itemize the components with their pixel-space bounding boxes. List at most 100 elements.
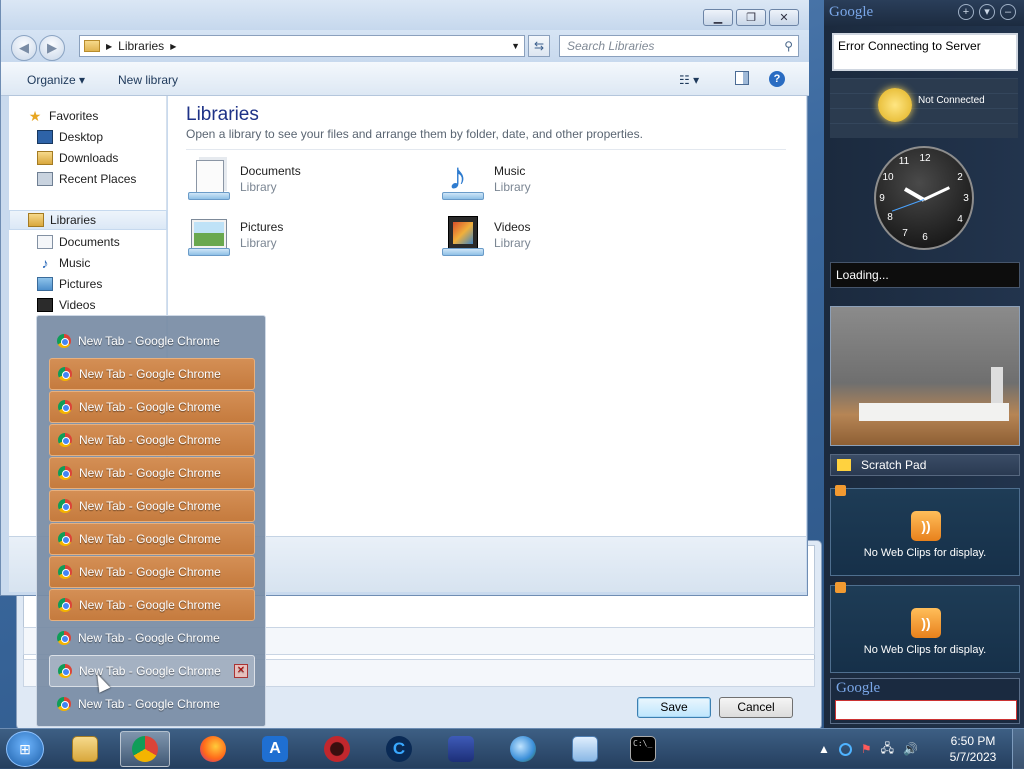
window-list-item[interactable]: New Tab - Google Chrome xyxy=(49,589,255,621)
window-list-item[interactable]: New Tab - Google Chrome xyxy=(49,358,255,390)
sidebar-header: Google + ▾ – xyxy=(824,0,1024,26)
search-icon[interactable]: ⚲ xyxy=(784,39,793,53)
back-arrow-icon: ◀ xyxy=(19,40,29,55)
breadcrumb-libraries[interactable]: Libraries xyxy=(118,39,164,53)
rss-icon: )) xyxy=(911,608,941,638)
library-videos[interactable]: Videos Library xyxy=(440,214,680,262)
cancel-button[interactable]: Cancel xyxy=(719,697,793,718)
window-list-item[interactable]: New Tab - Google Chrome xyxy=(49,424,255,456)
scratch-pad-gadget[interactable]: Scratch Pad xyxy=(830,454,1020,476)
tray-app-icon[interactable] xyxy=(838,742,852,756)
chrome-icon xyxy=(57,631,71,645)
scratch-pad-title: Scratch Pad xyxy=(861,458,927,472)
taskbar-globe-app[interactable] xyxy=(498,731,548,767)
web-clips-message: No Web Clips for display. xyxy=(863,547,987,559)
sidebar-minimize-icon[interactable]: – xyxy=(1000,4,1016,20)
taskbar-cmd[interactable]: C:\_ xyxy=(618,731,668,767)
command-bar: Organize ▾ New library ☷ ▾ ? xyxy=(1,62,809,96)
add-gadget-icon[interactable]: + xyxy=(958,4,974,20)
google-search-input[interactable] xyxy=(835,700,1017,720)
clock-numeral: 3 xyxy=(963,193,969,204)
volume-icon[interactable]: 🔊 xyxy=(903,742,918,756)
taskbar-firefox[interactable] xyxy=(188,731,238,767)
weather-gadget[interactable]: Not Connected xyxy=(830,78,1018,138)
web-clips-gadget[interactable]: )) No Web Clips for display. xyxy=(830,582,1020,673)
sun-icon xyxy=(878,88,912,122)
taskbar-clock[interactable]: 6:50 PM 5/7/2023 xyxy=(944,733,1002,765)
forward-button[interactable]: ▶ xyxy=(39,35,65,61)
libraries-icon xyxy=(28,213,44,227)
firefox-icon xyxy=(200,736,226,762)
title-bar: ▁ ❐ ✕ xyxy=(1,0,809,30)
show-hidden-icons[interactable]: ▲ xyxy=(818,742,830,756)
save-button[interactable]: Save xyxy=(637,697,711,718)
nav-libraries-label: Libraries xyxy=(50,213,97,227)
nav-desktop-label: Desktop xyxy=(59,130,104,144)
window-title: New Tab - Google Chrome xyxy=(79,532,221,546)
window-title: New Tab - Google Chrome xyxy=(79,598,221,612)
back-button[interactable]: ◀ xyxy=(11,35,37,61)
taskbar-chrome[interactable] xyxy=(120,731,170,767)
web-clips-gadget[interactable]: )) No Web Clips for display. xyxy=(830,485,1020,576)
chrome-icon xyxy=(58,664,72,678)
clock-numeral: 10 xyxy=(882,172,894,183)
downloads-folder-icon xyxy=(37,151,53,165)
address-field[interactable]: ▶ Libraries ▶ ▼ xyxy=(79,35,525,57)
clock-numeral: 12 xyxy=(919,153,931,164)
start-button[interactable]: ⊞ xyxy=(6,731,44,767)
window-list-item[interactable]: New Tab - Google Chrome xyxy=(49,688,255,720)
window-list-item[interactable]: New Tab - Google Chrome xyxy=(49,556,255,588)
taskbar-explorer[interactable] xyxy=(60,731,110,767)
minimize-icon: ▁ xyxy=(713,12,723,24)
show-desktop-button[interactable] xyxy=(1012,729,1024,769)
window-list-item[interactable]: New Tab - Google Chrome xyxy=(49,325,255,357)
window-list-item[interactable]: New Tab - Google Chrome xyxy=(49,490,255,522)
new-library-button[interactable]: New library xyxy=(118,73,178,87)
sidebar-menu-icon[interactable]: ▾ xyxy=(979,4,995,20)
nav-downloads-label: Downloads xyxy=(59,151,119,165)
pictures-icon xyxy=(37,277,53,291)
taskbar-opera[interactable] xyxy=(312,731,362,767)
window-title: New Tab - Google Chrome xyxy=(78,334,220,348)
organize-menu[interactable]: Organize ▾ xyxy=(27,73,85,87)
photo-gadget[interactable] xyxy=(830,306,1020,446)
address-dropdown-icon[interactable]: ▼ xyxy=(511,41,520,51)
page-subtitle: Open a library to see your files and arr… xyxy=(186,127,643,141)
documents-library-icon xyxy=(186,158,232,204)
globe-app-icon xyxy=(510,736,536,762)
taskbar-a-app[interactable]: A xyxy=(250,731,300,767)
taskbar-network-app[interactable] xyxy=(560,731,610,767)
close-icon: ✕ xyxy=(779,12,789,24)
taskbar-shield-app[interactable] xyxy=(436,731,486,767)
photo-content xyxy=(991,367,1003,403)
network-icon[interactable]: 🖧 xyxy=(881,739,894,760)
library-documents[interactable]: Documents Library xyxy=(186,158,426,206)
minimize-button[interactable]: ▁ xyxy=(703,9,733,26)
close-window-icon[interactable]: ✕ xyxy=(234,664,248,678)
refresh-icon: ⇆ xyxy=(533,39,545,53)
nav-pictures-label: Pictures xyxy=(59,277,103,291)
window-list-item[interactable]: New Tab - Google Chrome xyxy=(49,622,255,654)
window-list-item[interactable]: New Tab - Google Chrome xyxy=(49,523,255,555)
window-list-item[interactable]: New Tab - Google Chrome ✕ xyxy=(49,655,255,687)
maximize-button[interactable]: ❐ xyxy=(736,9,766,26)
chrome-icon xyxy=(58,532,72,546)
search-input[interactable]: Search Libraries ⚲ xyxy=(559,35,799,57)
library-name: Pictures xyxy=(240,220,284,234)
rss-small-icon xyxy=(835,485,846,496)
window-list-item[interactable]: New Tab - Google Chrome xyxy=(49,457,255,489)
close-button[interactable]: ✕ xyxy=(769,9,799,26)
library-music[interactable]: ♪ Music Library xyxy=(440,158,680,206)
library-pictures[interactable]: Pictures Library xyxy=(186,214,426,262)
nav-libraries[interactable]: Libraries xyxy=(9,210,167,230)
restore-icon: ❐ xyxy=(746,12,756,24)
view-options-icon[interactable]: ☷ ▾ xyxy=(679,73,699,87)
taskbar-c-app[interactable]: C xyxy=(374,731,424,767)
nav-favorites[interactable]: ★ Favorites xyxy=(27,106,185,126)
preview-pane-icon[interactable] xyxy=(735,71,749,85)
chrome-window-list: New Tab - Google Chrome New Tab - Google… xyxy=(36,315,266,727)
help-icon[interactable]: ? xyxy=(769,71,785,87)
action-center-icon[interactable]: ⚑ xyxy=(861,742,872,756)
refresh-button[interactable]: ⇆ xyxy=(528,35,550,57)
window-list-item[interactable]: New Tab - Google Chrome xyxy=(49,391,255,423)
